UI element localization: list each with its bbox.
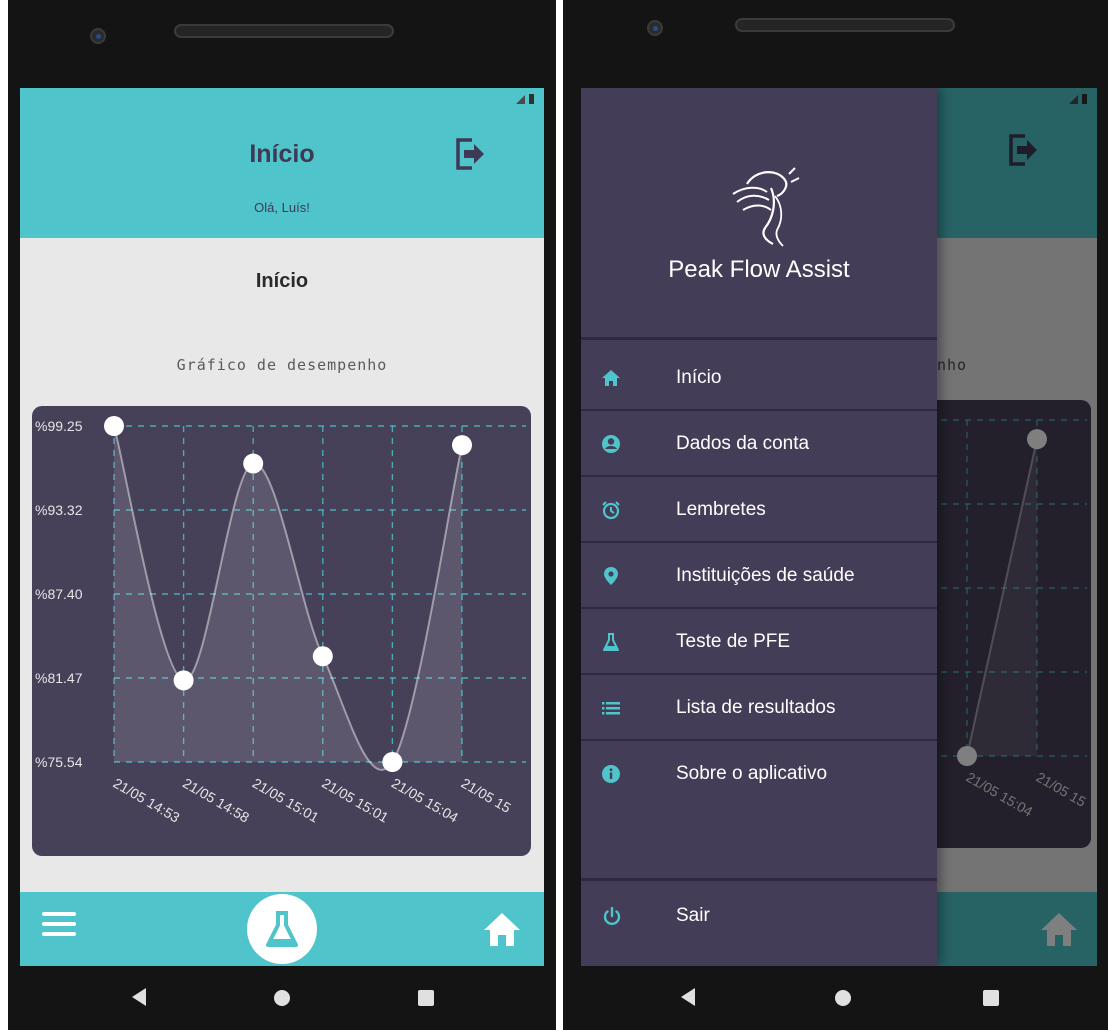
drawer-menu: Início Dados da conta Lembretes Institui… (581, 345, 937, 807)
menu-item-lembretes[interactable]: Lembretes (581, 477, 937, 543)
series-area (114, 426, 462, 770)
power-icon (603, 907, 621, 926)
system-nav-bar (8, 966, 556, 1030)
flask-icon (266, 911, 298, 947)
recent-apps-icon[interactable] (983, 990, 999, 1006)
flask-icon (603, 633, 619, 651)
home-icon (484, 913, 520, 946)
x-tick-label: 21/05 15:01 (319, 775, 391, 826)
peak-flow-logo-icon (732, 167, 800, 247)
menu-item-label: Teste de PFE (676, 631, 791, 652)
recent-apps-icon[interactable] (418, 990, 434, 1006)
data-point (104, 416, 124, 436)
account-circle-icon (602, 435, 620, 453)
info-icon (602, 765, 620, 783)
menu-item-label: Dados da conta (676, 433, 810, 454)
alarm-clock-icon (602, 501, 620, 520)
y-tick-label: %75.54 (35, 754, 83, 770)
x-tick-label: 21/05 14:53 (111, 775, 183, 826)
app-screen: nho 15:0121/05 15:0421/05 15 (581, 88, 1097, 966)
new-test-button[interactable] (247, 894, 317, 964)
y-tick-label: %99.25 (35, 418, 83, 434)
x-tick-label: 21/05 15:01 (250, 775, 322, 826)
navigation-drawer: Peak Flow Assist Início Dados da conta L… (581, 88, 937, 966)
performance-chart: %99.25 %93.32 %87.40 %81.47 %75.54 21/05 14:5… (32, 406, 531, 856)
phone-drawer-screen: nho 15:0121/05 15:0421/05 15 (563, 0, 1108, 1030)
back-nav-icon[interactable] (681, 988, 695, 1006)
menu-item-sobre[interactable]: Sobre o aplicativo (581, 741, 937, 807)
chart-canvas: %99.25 %93.32 %87.40 %81.47 %75.54 21/05 14:5… (35, 416, 526, 826)
location-pin-icon (604, 567, 618, 585)
home-nav-icon[interactable] (835, 990, 851, 1006)
speaker-grille (735, 18, 955, 32)
app-screen: Início Olá, Luís! Início Gráfico de dese… (20, 88, 544, 966)
menu-item-lista-resultados[interactable]: Lista de resultados (581, 675, 937, 741)
bottom-nav-bar (20, 892, 544, 966)
data-point (452, 435, 472, 456)
chart-title: Gráfico de desempenho (176, 356, 388, 374)
menu-item-dados-da-conta[interactable]: Dados da conta (581, 411, 937, 477)
home-button[interactable] (482, 910, 522, 948)
back-nav-icon[interactable] (132, 988, 146, 1006)
front-camera (647, 20, 663, 36)
menu-item-label: Lista de resultados (676, 697, 836, 718)
list-icon (602, 702, 620, 715)
hamburger-icon (42, 912, 76, 916)
menu-button[interactable] (42, 912, 76, 942)
y-tick-label: %81.47 (35, 670, 83, 686)
menu-item-label: Instituições de saúde (676, 565, 855, 586)
greeting-text: Olá, Luís! (254, 200, 310, 215)
drawer-header: Peak Flow Assist (581, 88, 937, 340)
menu-item-instituicoes[interactable]: Instituições de saúde (581, 543, 937, 609)
data-point (382, 752, 403, 772)
home-nav-icon[interactable] (274, 990, 290, 1006)
menu-item-label: Início (676, 367, 722, 388)
brand-name: Peak Flow Assist (668, 256, 850, 283)
menu-item-inicio[interactable]: Início (581, 345, 937, 411)
battery-icon (529, 94, 534, 104)
x-tick-label: 21/05 15 (459, 775, 514, 816)
speaker-grille (174, 24, 394, 38)
signal-icon (516, 95, 525, 104)
logout-icon (456, 138, 484, 170)
data-point (243, 453, 264, 474)
home-icon (602, 370, 620, 386)
section-title: Início (255, 270, 309, 292)
data-point (173, 670, 194, 691)
y-tick-label: %87.40 (35, 586, 83, 602)
app-bar: Início Olá, Luís! (20, 88, 544, 238)
menu-item-teste-pfe[interactable]: Teste de PFE (581, 609, 937, 675)
logout-label: Sair (676, 905, 710, 926)
x-tick-label: 21/05 15:04 (389, 775, 461, 826)
system-nav-bar (563, 966, 1108, 1030)
logout-menu-item[interactable]: Sair (581, 878, 937, 966)
status-icons (516, 94, 534, 104)
y-tick-label: %93.32 (35, 502, 83, 518)
menu-item-label: Lembretes (676, 499, 766, 520)
front-camera (90, 28, 106, 44)
x-tick-label: 21/05 14:58 (180, 775, 252, 826)
data-point (312, 646, 333, 667)
logout-button[interactable] (452, 136, 488, 172)
phone-home-screen: Início Olá, Luís! Início Gráfico de dese… (8, 0, 556, 1030)
menu-item-label: Sobre o aplicativo (676, 763, 828, 784)
